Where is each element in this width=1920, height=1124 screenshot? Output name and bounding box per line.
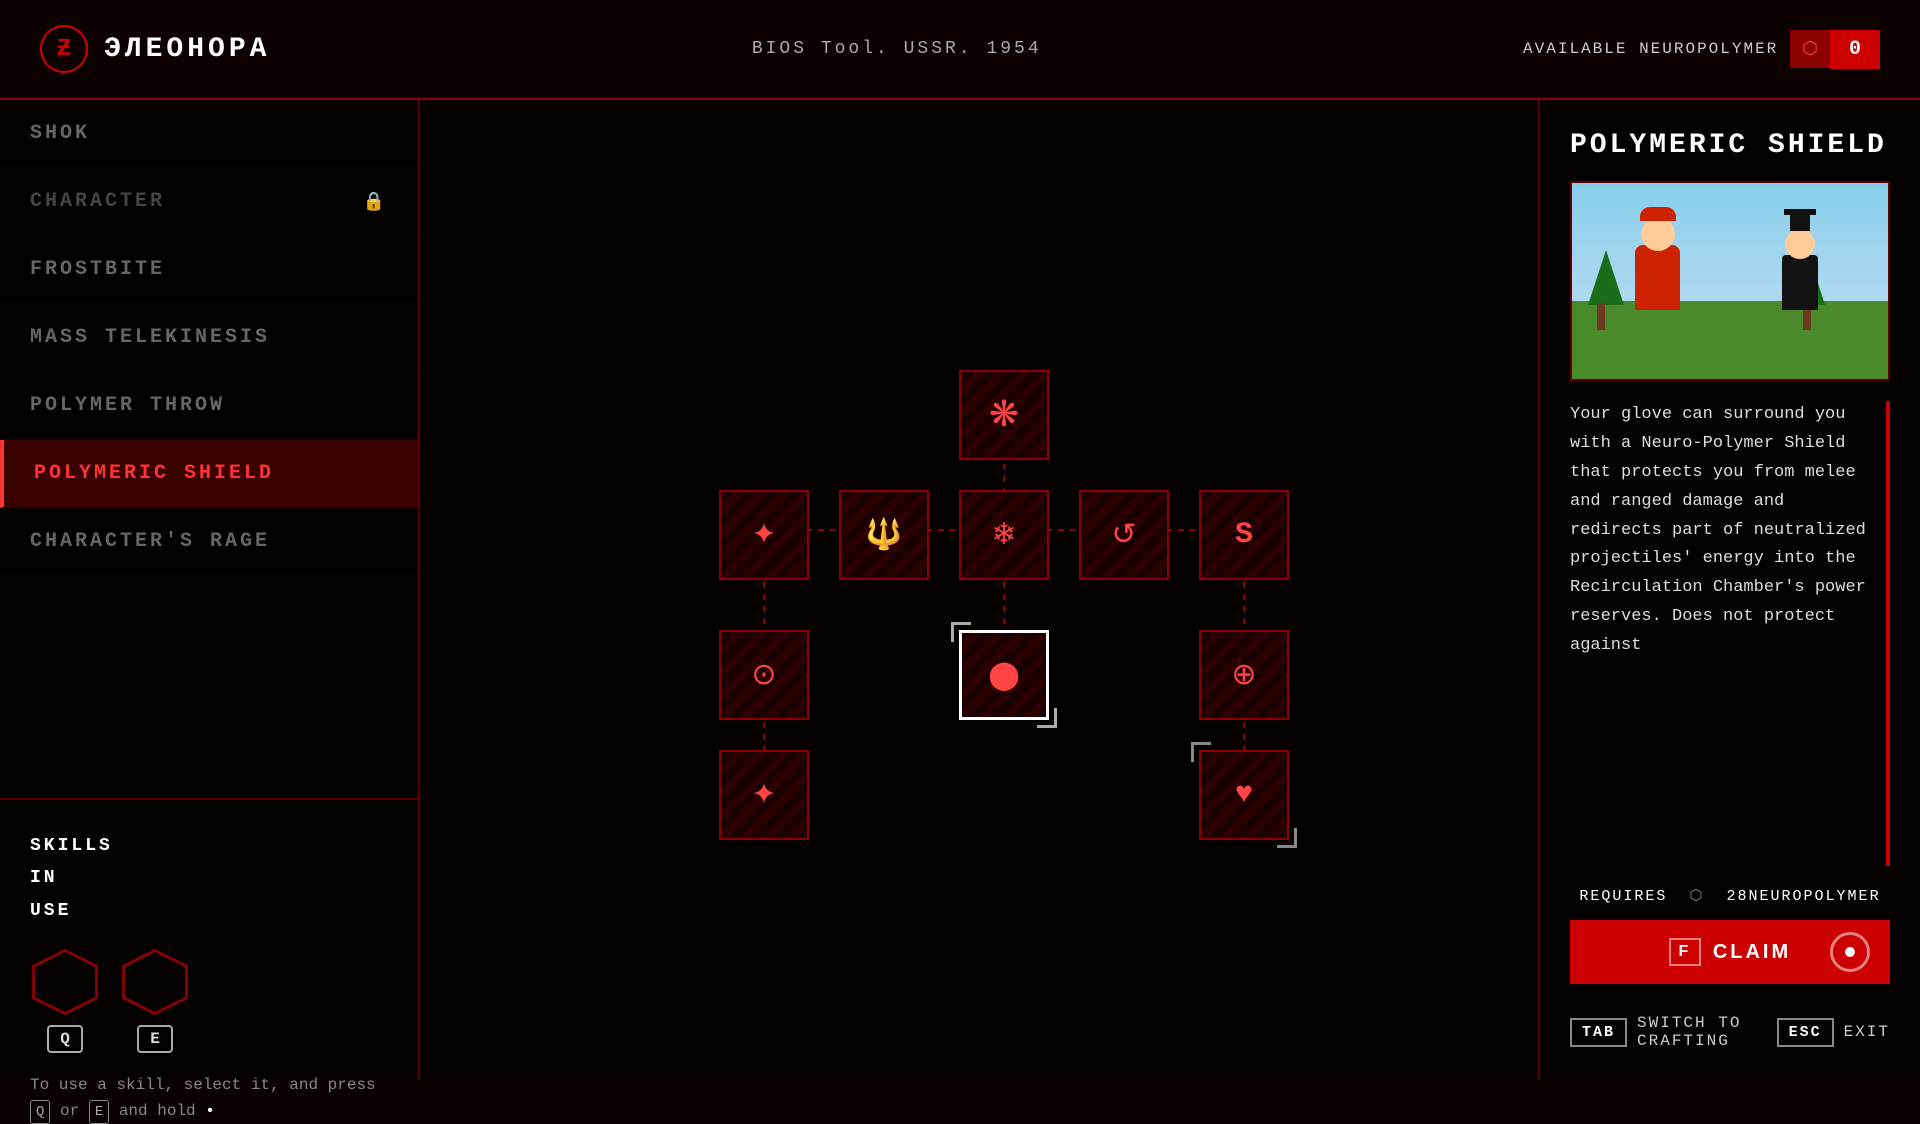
lock-icon: 🔒 [363,191,388,213]
sidebar-nav: SHOK CHARACTER 🔒 FROSTBITE MASS TELEKINE… [0,100,418,800]
panel-image [1570,181,1890,381]
node-1-4[interactable]: S [1199,490,1289,580]
claim-label: CLAIM [1713,941,1791,964]
logo-section: Ƶ ЭЛЕОНОРА [40,25,270,73]
cartoon-scene [1572,183,1888,379]
sidebar: SHOK CHARACTER 🔒 FROSTBITE MASS TELEKINE… [0,100,420,1080]
skill-slot-q: Q [30,947,100,1053]
panel-description: Your glove can surround you with a Neuro… [1570,401,1890,866]
header: Ƶ ЭЛЕОНОРА BIOS Tool. USSR. 1954 AVAILAB… [0,0,1920,100]
claim-circle-icon [1830,932,1870,972]
sidebar-item-characters-rage[interactable]: CHARACTER'S RAGE [0,508,418,576]
hint-key-q: Q [30,1100,50,1124]
skill-slot-e: E [120,947,190,1053]
neuropolymer-section: AVAILABLE NEUROPOLYMER ⬡ 0 [1523,30,1880,69]
skills-hint: To use a skill, select it, and press Q o… [30,1073,388,1124]
node-1-1[interactable]: 🔱 [839,490,929,580]
bios-tool-label: BIOS Tool. USSR. 1954 [752,39,1042,59]
skills-slots: Q E [30,947,388,1053]
skill-hex-e [120,947,190,1017]
skill-tree: ❋ ✦ 🔱 ❄ ↺ S ⊙ ⬤ [420,100,1540,1080]
neuropolymer-label: AVAILABLE NEUROPOLYMER [1523,40,1778,58]
character-name: ЭЛЕОНОРА [104,34,270,65]
sidebar-item-polymeric-shield[interactable]: POLYMERIC SHIELD [0,440,418,508]
key-q-badge[interactable]: Q [47,1025,83,1053]
tab-key-badge: TAB [1570,1018,1627,1047]
node-0-2[interactable]: ❋ [959,370,1049,460]
skills-title: SKILLS IN USE [30,830,388,927]
tree-container: ❋ ✦ 🔱 ❄ ↺ S ⊙ ⬤ [704,350,1254,830]
panel-title: POLYMERIC SHIELD [1570,130,1890,161]
node-3-0[interactable]: ✦ [719,750,809,840]
node-2-2-selected[interactable]: ⬤ [959,630,1049,720]
main-container: SHOK CHARACTER 🔒 FROSTBITE MASS TELEKINE… [0,100,1920,1080]
neuropolymer-count: ⬡ 0 [1790,30,1880,69]
neuropolymer-icon: ⬡ [1790,30,1830,68]
node-1-2[interactable]: ❄ [959,490,1049,580]
esc-key-badge: ESC [1777,1018,1834,1047]
sidebar-item-frostbite[interactable]: FROSTBITE [0,236,418,304]
bottom-actions: TAB SWITCH TO CRAFTING ESC EXIT [1570,1014,1890,1050]
switch-crafting-label: SWITCH TO CRAFTING [1637,1014,1777,1050]
panel-requires: REQUIRES ⬡ 28NEUROPOLYMER [1570,886,1890,905]
claim-button[interactable]: F CLAIM [1570,920,1890,984]
skills-section: SKILLS IN USE Q [0,800,418,1080]
switch-crafting-button[interactable]: TAB SWITCH TO CRAFTING [1570,1014,1777,1050]
key-e-badge[interactable]: E [137,1025,173,1053]
exit-label: EXIT [1844,1023,1890,1041]
node-2-4[interactable]: ⊕ [1199,630,1289,720]
neuropolymer-value: 0 [1830,30,1880,69]
node-1-3[interactable]: ↺ [1079,490,1169,580]
sidebar-item-shok[interactable]: SHOK [0,100,418,168]
node-1-0[interactable]: ✦ [719,490,809,580]
exit-button[interactable]: ESC EXIT [1777,1018,1890,1047]
claim-key-badge: F [1669,938,1701,966]
sidebar-item-polymer-throw[interactable]: POLYMER THROW [0,372,418,440]
skill-hex-q [30,947,100,1017]
right-panel: POLYMERIC SHIELD [1540,100,1920,1080]
sidebar-item-character[interactable]: CHARACTER 🔒 [0,168,418,236]
logo-icon: Ƶ [40,25,88,73]
node-2-0[interactable]: ⊙ [719,630,809,720]
node-3-4[interactable]: ♥ [1199,750,1289,840]
sidebar-item-mass-telekinesis[interactable]: MASS TELEKINESIS [0,304,418,372]
hint-key-e: E [89,1100,109,1124]
